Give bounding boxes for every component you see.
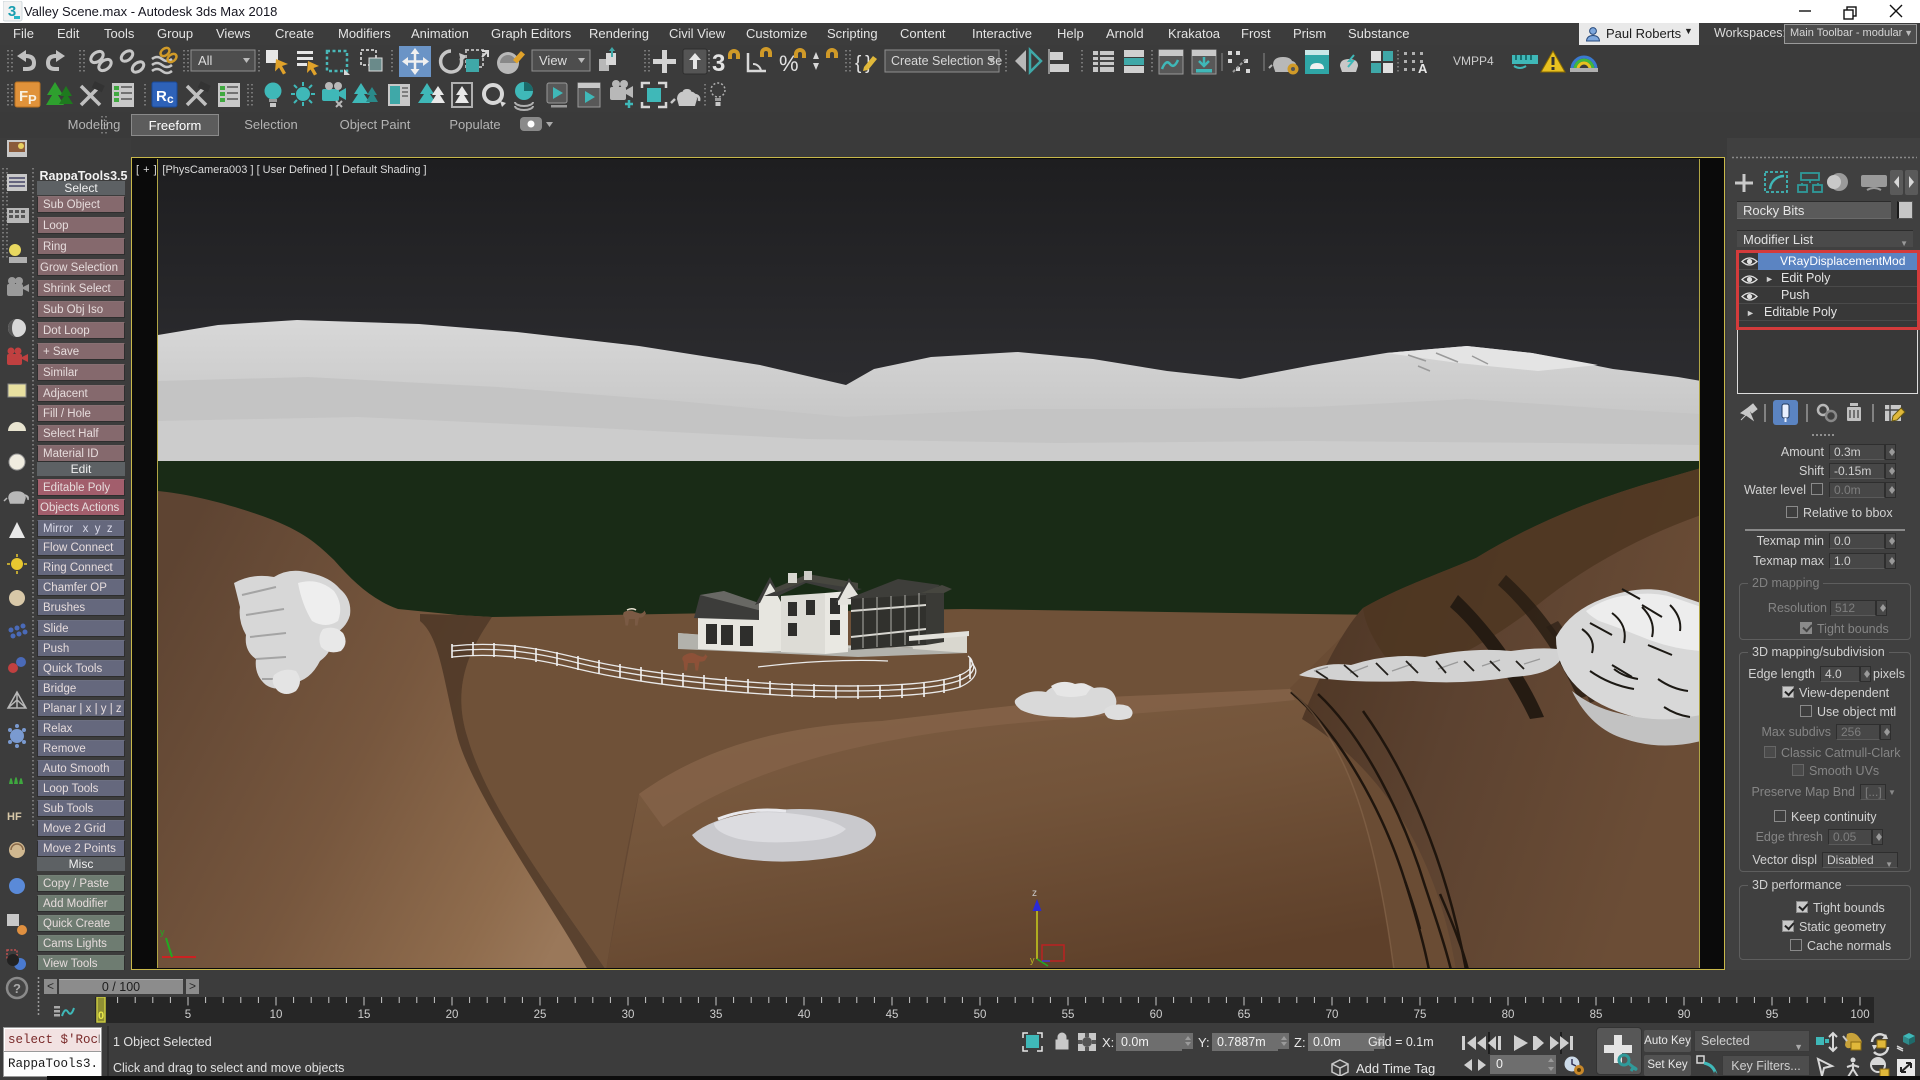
svg-text:VMPP4: VMPP4: [1453, 54, 1494, 68]
svg-text:50: 50: [974, 1009, 987, 1021]
svg-text:75: 75: [1414, 1009, 1427, 1021]
svg-text:95: 95: [1766, 1009, 1779, 1021]
svg-text:90: 90: [1678, 1009, 1691, 1021]
svg-text:3: 3: [712, 50, 725, 77]
svg-text:View: View: [539, 53, 568, 68]
svg-text:55: 55: [1062, 1009, 1075, 1021]
svg-text:30: 30: [622, 1009, 635, 1021]
svg-text:80: 80: [1502, 1009, 1515, 1021]
svg-text:35: 35: [710, 1009, 723, 1021]
svg-text:100: 100: [1850, 1009, 1869, 1021]
svg-text:25: 25: [534, 1009, 547, 1021]
svg-text:HF: HF: [7, 811, 22, 823]
svg-text:c: c: [167, 92, 174, 106]
svg-text:A: A: [1418, 61, 1428, 76]
svg-text:15: 15: [358, 1009, 371, 1021]
svg-text:45: 45: [886, 1009, 899, 1021]
svg-text:5: 5: [185, 1009, 191, 1021]
svg-text:65: 65: [1238, 1009, 1251, 1021]
svg-text:Create Selection Se: Create Selection Se: [891, 54, 1002, 68]
svg-text:20: 20: [446, 1009, 459, 1021]
svg-text:P: P: [28, 92, 37, 107]
svg-text:0: 0: [98, 1010, 104, 1022]
svg-text:F: F: [19, 88, 28, 105]
svg-text:40: 40: [798, 1009, 811, 1021]
svg-text:y: y: [160, 927, 165, 937]
svg-text:?: ?: [13, 981, 21, 996]
svg-text:z: z: [1032, 888, 1037, 899]
svg-text:70: 70: [1326, 1009, 1339, 1021]
svg-text:y: y: [1030, 955, 1035, 965]
svg-text:10: 10: [270, 1009, 283, 1021]
svg-text:All: All: [198, 53, 213, 68]
svg-text:85: 85: [1590, 1009, 1603, 1021]
svg-text:R: R: [156, 88, 167, 105]
svg-text:60: 60: [1150, 1009, 1163, 1021]
